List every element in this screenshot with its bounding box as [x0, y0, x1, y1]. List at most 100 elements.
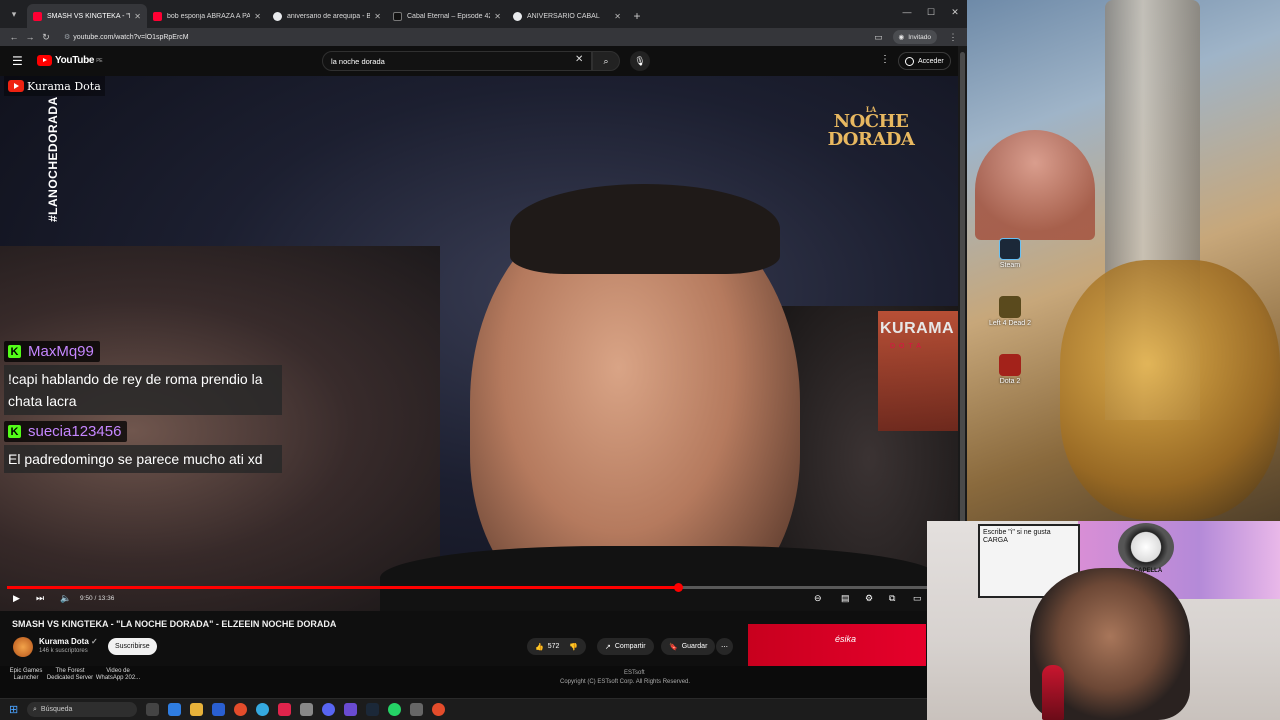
video-progress-bar[interactable] [7, 583, 952, 592]
maximize-icon[interactable]: ☐ [919, 0, 943, 24]
youtube-logo[interactable]: YouTube PE [37, 55, 103, 66]
event-logo: LA NOCHE DORADA [826, 106, 916, 149]
browser-menu-icon[interactable]: ⋮ [945, 32, 961, 43]
chat-text: !capi hablando de rey de roma prendio la… [4, 365, 282, 415]
chat-username: suecia123456 [28, 423, 122, 440]
save-label: Guardar [681, 643, 708, 650]
back-icon[interactable]: ← [6, 32, 22, 42]
desktop-item-whatsapp-video[interactable]: Video de WhatsApp 202... [92, 668, 144, 682]
site-info-icon[interactable]: ⚙ [64, 34, 70, 41]
settings-menu-icon[interactable]: ⋮ [880, 54, 890, 65]
microphone [1042, 665, 1064, 720]
video-hair [510, 184, 780, 274]
url-field[interactable]: ⚙ youtube.com/watch?v=lO1spRpErcM [64, 33, 871, 41]
app-icon[interactable] [344, 703, 357, 716]
progress-played [7, 586, 678, 589]
search-input[interactable]: la noche dorada [322, 51, 592, 71]
steam-icon[interactable] [366, 703, 379, 716]
close-icon[interactable]: ✕ [134, 12, 141, 21]
bookmark-icon: 🔖 [669, 643, 678, 651]
share-button[interactable]: ↗ Compartir [597, 638, 654, 655]
chrome-icon[interactable] [234, 703, 247, 716]
site-favicon-icon [393, 11, 402, 21]
chat-text: El padredomingo se parece mucho ati xd [4, 445, 282, 473]
clear-search-icon[interactable]: ✕ [575, 54, 583, 65]
close-window-icon[interactable]: ✕ [943, 0, 967, 24]
close-icon[interactable]: ✕ [494, 12, 501, 21]
chrome-icon[interactable] [432, 703, 445, 716]
forward-icon[interactable]: → [22, 32, 38, 42]
estsoft-label: ESTsoft [624, 670, 645, 676]
channel-avatar[interactable] [13, 637, 33, 657]
next-icon[interactable]: ⏭ [36, 593, 44, 604]
taskbar-search[interactable]: ⌕ Búsqueda [27, 702, 137, 717]
thumbs-up-icon: 👍 [535, 643, 544, 651]
close-icon[interactable]: ✕ [254, 12, 261, 21]
play-icon[interactable]: ▶ [13, 593, 20, 604]
tab[interactable]: Cabal Eternal – Episode 42 – Ru ✕ [387, 4, 507, 28]
close-icon[interactable]: ✕ [614, 12, 621, 21]
desktop-item-forest[interactable]: The Forest Dedicated Server [44, 668, 96, 682]
left4dead-icon [999, 296, 1021, 318]
autoplay-toggle-icon[interactable]: ⊖ [814, 593, 822, 604]
settings-gear-icon[interactable]: ⚙ [865, 593, 873, 604]
verified-icon: ✓ [91, 637, 98, 646]
subscribe-button[interactable]: Suscribirse [108, 638, 157, 655]
youtube-logo-text: YouTube [55, 55, 95, 66]
save-button[interactable]: 🔖 Guardar [661, 638, 716, 655]
reload-icon[interactable]: ↻ [38, 32, 54, 43]
obs-icon[interactable] [300, 703, 313, 716]
cast-icon[interactable]: ▭ [871, 32, 887, 43]
tab[interactable]: ANIVERSARIO CABAL ✕ [507, 4, 627, 28]
minimize-icon[interactable]: — [895, 0, 919, 24]
channel-overlay: Kurama Dota [4, 76, 105, 96]
close-icon[interactable]: ✕ [374, 12, 381, 21]
sign-in-label: Acceder [918, 57, 944, 65]
whatsapp-icon[interactable] [388, 703, 401, 716]
new-tab-button[interactable]: + [627, 4, 647, 28]
more-actions-button[interactable]: ⋯ [716, 638, 733, 655]
volume-icon[interactable]: 🔈 [60, 593, 71, 604]
search-button[interactable]: ⌕ [592, 51, 620, 71]
desktop-icon-left4dead[interactable]: Left 4 Dead 2 [980, 296, 1040, 327]
profile-button[interactable]: ◉ Invitado [892, 30, 937, 44]
tab[interactable]: aniversario de arequipa - Busca ✕ [267, 4, 387, 28]
store-icon[interactable] [212, 703, 225, 716]
more-icon: ⋯ [721, 643, 728, 651]
steam-icon [999, 238, 1021, 260]
channel-name[interactable]: Kurama Dota ✓ [39, 637, 98, 646]
share-label: Compartir [614, 643, 646, 650]
ad-banner[interactable] [748, 624, 926, 670]
desktop-icon-dota2[interactable]: Dota 2 [980, 354, 1040, 385]
tab[interactable]: SMASH VS KINGTEKA - "LA NOC ✕ [27, 4, 147, 28]
windows-start-icon[interactable]: ⊞ [9, 703, 18, 716]
menu-icon[interactable]: ☰ [12, 54, 23, 68]
tab-bar: ▾ SMASH VS KINGTEKA - "LA NOC ✕ bob espo… [0, 0, 967, 28]
desktop-icon-steam[interactable]: Steam [980, 238, 1040, 269]
tab[interactable]: bob esponja ABRAZA A PATRIC ✕ [147, 4, 267, 28]
tab-title: aniversario de arequipa - Busca [287, 12, 371, 20]
wallpaper-dome [975, 130, 1095, 240]
tab-search-icon[interactable]: ▾ [3, 3, 25, 25]
ad-brand: ésika [835, 634, 857, 644]
google-favicon-icon [273, 11, 282, 21]
like-button[interactable]: 👍 572 👎 [527, 638, 587, 655]
voice-search-button[interactable]: 🎙 [630, 51, 650, 71]
browser-icon[interactable] [256, 703, 269, 716]
dota2-icon [999, 354, 1021, 376]
capella-logo-icon [1118, 523, 1174, 571]
sign-in-button[interactable]: Acceder [898, 52, 951, 70]
theater-mode-icon[interactable]: ▭ [913, 593, 922, 604]
settings-icon[interactable] [410, 703, 423, 716]
file-explorer-icon[interactable] [190, 703, 203, 716]
task-view-icon[interactable] [146, 703, 159, 716]
edge-icon[interactable] [168, 703, 181, 716]
miniplayer-icon[interactable]: ⧉ [889, 593, 895, 604]
discord-icon[interactable] [322, 703, 335, 716]
hashtag-overlay: #LANOCHEDORADA [46, 96, 60, 222]
thumbs-down-icon[interactable]: 👎 [569, 643, 578, 651]
kurama-watermark-sub: DOTA [890, 343, 925, 350]
subtitles-icon[interactable]: ▤ [841, 593, 850, 604]
app-icon[interactable] [278, 703, 291, 716]
tab-title: bob esponja ABRAZA A PATRIC [167, 12, 251, 20]
